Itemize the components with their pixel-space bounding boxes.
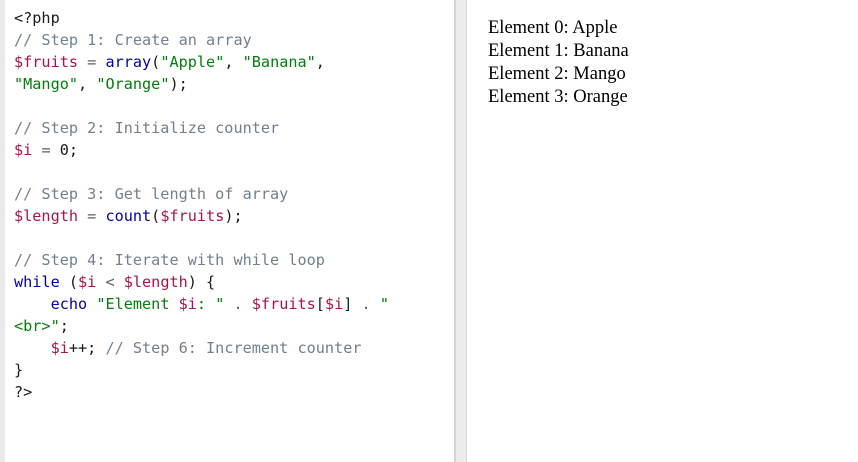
code-token-func: count	[105, 207, 152, 225]
code-line: // Step 4: Iterate with while loop	[14, 249, 389, 271]
code-token-plain: ) {	[187, 273, 216, 291]
pane-divider-handle[interactable]	[455, 0, 467, 462]
code-token-str: "	[379, 295, 389, 313]
code-token-str: <br>"	[14, 317, 60, 335]
code-token-plain: (	[59, 273, 79, 291]
code-line: $length = count($fruits);	[14, 205, 389, 227]
code-token-num: 0	[59, 141, 69, 159]
code-token-str: "Banana"	[242, 53, 316, 71]
output-line: Element 1: Banana	[488, 41, 629, 61]
code-token-plain: );	[169, 75, 188, 93]
code-line: while ($i < $length) {	[14, 271, 389, 293]
code-token-op: =	[78, 53, 106, 71]
code-editor[interactable]: <?php // Step 1: Create an array $fruits =…	[14, 7, 389, 403]
code-token-kw: while	[14, 273, 60, 291]
code-token-str: "Orange"	[96, 75, 170, 93]
code-line: ?>	[14, 381, 389, 403]
code-token-plain: ,	[315, 53, 325, 71]
code-line: <?php	[14, 7, 389, 29]
code-editor-pane[interactable]: <?php // Step 1: Create an array $fruits =…	[5, 0, 455, 462]
code-token-plain: ,	[78, 75, 97, 93]
code-token-op: .	[224, 295, 252, 313]
code-line: }	[14, 359, 389, 381]
code-token-plain: ,	[224, 53, 243, 71]
code-line: // Step 1: Create an array	[14, 29, 389, 51]
code-token-var: $i	[324, 295, 344, 313]
code-line: // Step 3: Get length of array	[14, 183, 389, 205]
code-token-var: $fruits	[251, 295, 316, 313]
code-token-plain: <?php	[14, 9, 60, 27]
code-token-var: $fruits	[14, 53, 79, 71]
code-token-plain: [	[315, 295, 325, 313]
code-token-var: $i	[78, 273, 97, 291]
code-token-plain: (	[151, 207, 161, 225]
code-token-func: array	[105, 53, 152, 71]
code-token-str: "Mango"	[14, 75, 79, 93]
code-token-str: "Apple"	[160, 53, 225, 71]
code-line: ​	[14, 227, 389, 249]
code-line: ​	[14, 95, 389, 117]
code-token-comment: // Step 6: Increment counter	[105, 339, 362, 357]
code-token-var: $fruits	[160, 207, 225, 225]
code-token-var: $i	[178, 295, 197, 313]
try-it-editor: <?php // Step 1: Create an array $fruits =…	[0, 0, 858, 462]
code-token-var: $i	[50, 339, 69, 357]
code-token-comment: // Step 1: Create an array	[14, 31, 252, 49]
code-line: // Step 2: Initialize counter	[14, 117, 389, 139]
code-line: "Mango", "Orange");	[14, 73, 389, 95]
code-token-plain: (	[151, 53, 161, 71]
output-line: Element 3: Orange	[488, 87, 628, 107]
code-token-var: $i	[14, 141, 33, 159]
code-token-plain: ;	[59, 317, 69, 335]
code-token-var: $length	[123, 273, 188, 291]
code-token-op: =	[32, 141, 60, 159]
code-token-kw: echo	[50, 295, 88, 313]
output-line: Element 2: Mango	[488, 64, 626, 84]
code-line: $i++; // Step 6: Increment counter	[14, 337, 389, 359]
output-pane: Element 0: Apple Element 1: Banana Element…	[467, 0, 858, 462]
code-token-str: "Element	[96, 295, 179, 313]
code-token-op: <	[96, 273, 124, 291]
code-line: $fruits = array("Apple", "Banana",	[14, 51, 389, 73]
code-line: <br>";	[14, 315, 389, 337]
code-token-plain: );	[224, 207, 243, 225]
code-token-str: : "	[196, 295, 225, 313]
code-token-comment: // Step 4: Iterate with while loop	[14, 251, 325, 269]
code-token-plain: }	[14, 361, 24, 379]
code-token-op: .	[352, 295, 380, 313]
code-line: $i = 0;	[14, 139, 389, 161]
code-token-comment: // Step 3: Get length of array	[14, 185, 289, 203]
code-line: echo "Element $i: " . $fruits[$i] . "	[14, 293, 389, 315]
code-line: ​	[14, 161, 389, 183]
code-token-plain: ++;	[68, 339, 106, 357]
code-token-plain: ;	[68, 141, 79, 159]
code-token-op: =	[78, 207, 106, 225]
code-token-var: $length	[14, 207, 79, 225]
output-text: Element 0: Apple Element 1: Banana Element…	[488, 17, 629, 109]
code-token-plain: ?>	[14, 383, 33, 401]
output-line: Element 0: Apple	[488, 18, 618, 38]
code-token-comment: // Step 2: Initialize counter	[14, 119, 280, 137]
